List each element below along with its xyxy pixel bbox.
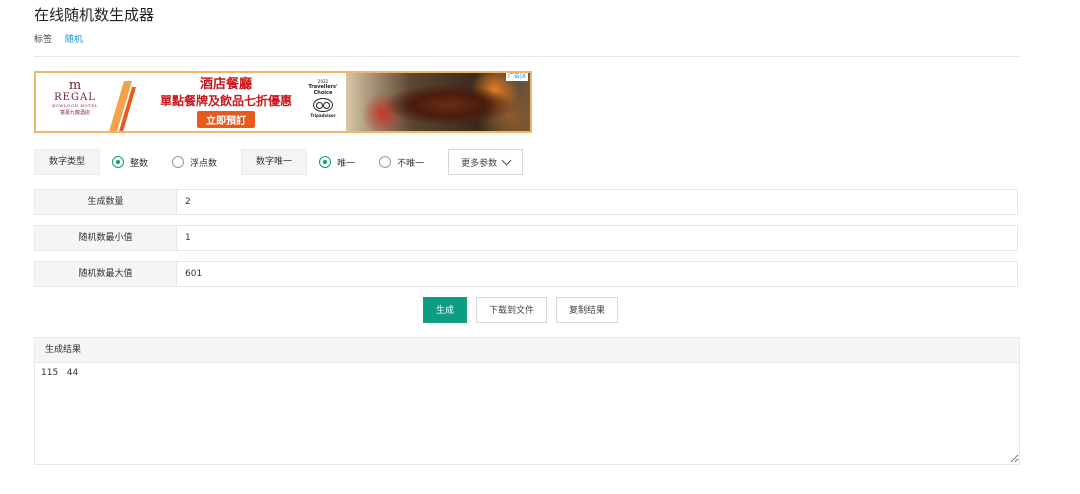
action-buttons: 生成 下载到文件 复制结果: [423, 297, 627, 323]
logo-cn: 富豪九龍酒店: [59, 110, 90, 116]
header-divider: [34, 56, 1020, 57]
radio-float-label: 浮点数: [190, 158, 218, 169]
tag-list: 标签 随机: [34, 32, 83, 45]
count-label: 生成数量: [35, 190, 177, 214]
ad-headline: 酒店餐廳: [199, 77, 252, 92]
tripadvisor-owl-icon: [313, 98, 333, 112]
options-row: 数字类型 整数 浮点数 数字唯一 唯一 不唯一 更多参数: [34, 149, 524, 175]
radio-unchecked-icon: [379, 156, 392, 168]
max-row: 随机数最大值: [34, 261, 1018, 287]
ad-food-image: [346, 73, 530, 131]
radio-checked-icon: [319, 156, 332, 168]
result-header: 生成结果: [35, 338, 1019, 363]
tripadvisor-award: 2022 Travellers' Choice Tripadvisor: [302, 79, 344, 129]
radio-unique-label: 唯一: [337, 158, 356, 169]
chevron-down-icon: [501, 155, 512, 165]
radio-not-unique-label: 不唯一: [397, 158, 425, 169]
count-input[interactable]: [177, 190, 1017, 214]
ad-text: 酒店餐廳 單點餐牌及飲品七折優惠 立即預訂: [136, 77, 316, 128]
ad-choices-badge[interactable]: 广告|X: [505, 73, 528, 81]
count-row: 生成数量: [34, 189, 1018, 215]
download-button[interactable]: 下载到文件: [476, 297, 548, 323]
ad-book-button[interactable]: 立即預訂: [197, 111, 255, 128]
radio-unique[interactable]: 唯一: [319, 156, 355, 169]
min-row: 随机数最小值: [34, 225, 1018, 251]
max-label: 随机数最大值: [35, 262, 177, 286]
generate-button[interactable]: 生成: [423, 297, 468, 323]
min-label: 随机数最小值: [35, 226, 177, 250]
ad-banner[interactable]: m REGAL KOWLOON HOTEL 富豪九龍酒店 酒店餐廳 單點餐牌及飲…: [34, 71, 532, 133]
unique-label: 数字唯一: [241, 149, 308, 175]
copy-button[interactable]: 复制结果: [556, 297, 619, 323]
radio-checked-icon: [112, 156, 125, 168]
result-textarea[interactable]: 115 44: [35, 363, 1019, 463]
max-input[interactable]: [177, 262, 1017, 286]
tags-label: 标签: [34, 35, 53, 45]
page-title: 在线随机数生成器: [34, 6, 155, 24]
radio-integer-label: 整数: [130, 158, 149, 169]
number-type-label: 数字类型: [34, 149, 101, 175]
radio-not-unique[interactable]: 不唯一: [379, 156, 424, 169]
radio-unchecked-icon: [172, 156, 185, 168]
award-brand: Tripadvisor: [310, 113, 336, 118]
logo-mark: m: [68, 78, 82, 93]
hotel-logo: m REGAL KOWLOON HOTEL 富豪九龍酒店: [40, 79, 110, 127]
ad-stripes-graphic: [109, 81, 136, 131]
result-panel: 生成结果 115 44: [34, 337, 1020, 465]
ad-offer: 單點餐牌及飲品七折優惠: [159, 94, 292, 108]
tag-link-random[interactable]: 随机: [65, 35, 83, 45]
more-params-button[interactable]: 更多参数: [448, 149, 524, 175]
more-params-label: 更多参数: [461, 158, 498, 169]
min-input[interactable]: [177, 226, 1017, 250]
radio-float[interactable]: 浮点数: [172, 156, 217, 169]
logo-brand: REGAL: [54, 92, 96, 103]
award-line2: Choice: [313, 90, 333, 96]
radio-integer[interactable]: 整数: [112, 156, 148, 169]
